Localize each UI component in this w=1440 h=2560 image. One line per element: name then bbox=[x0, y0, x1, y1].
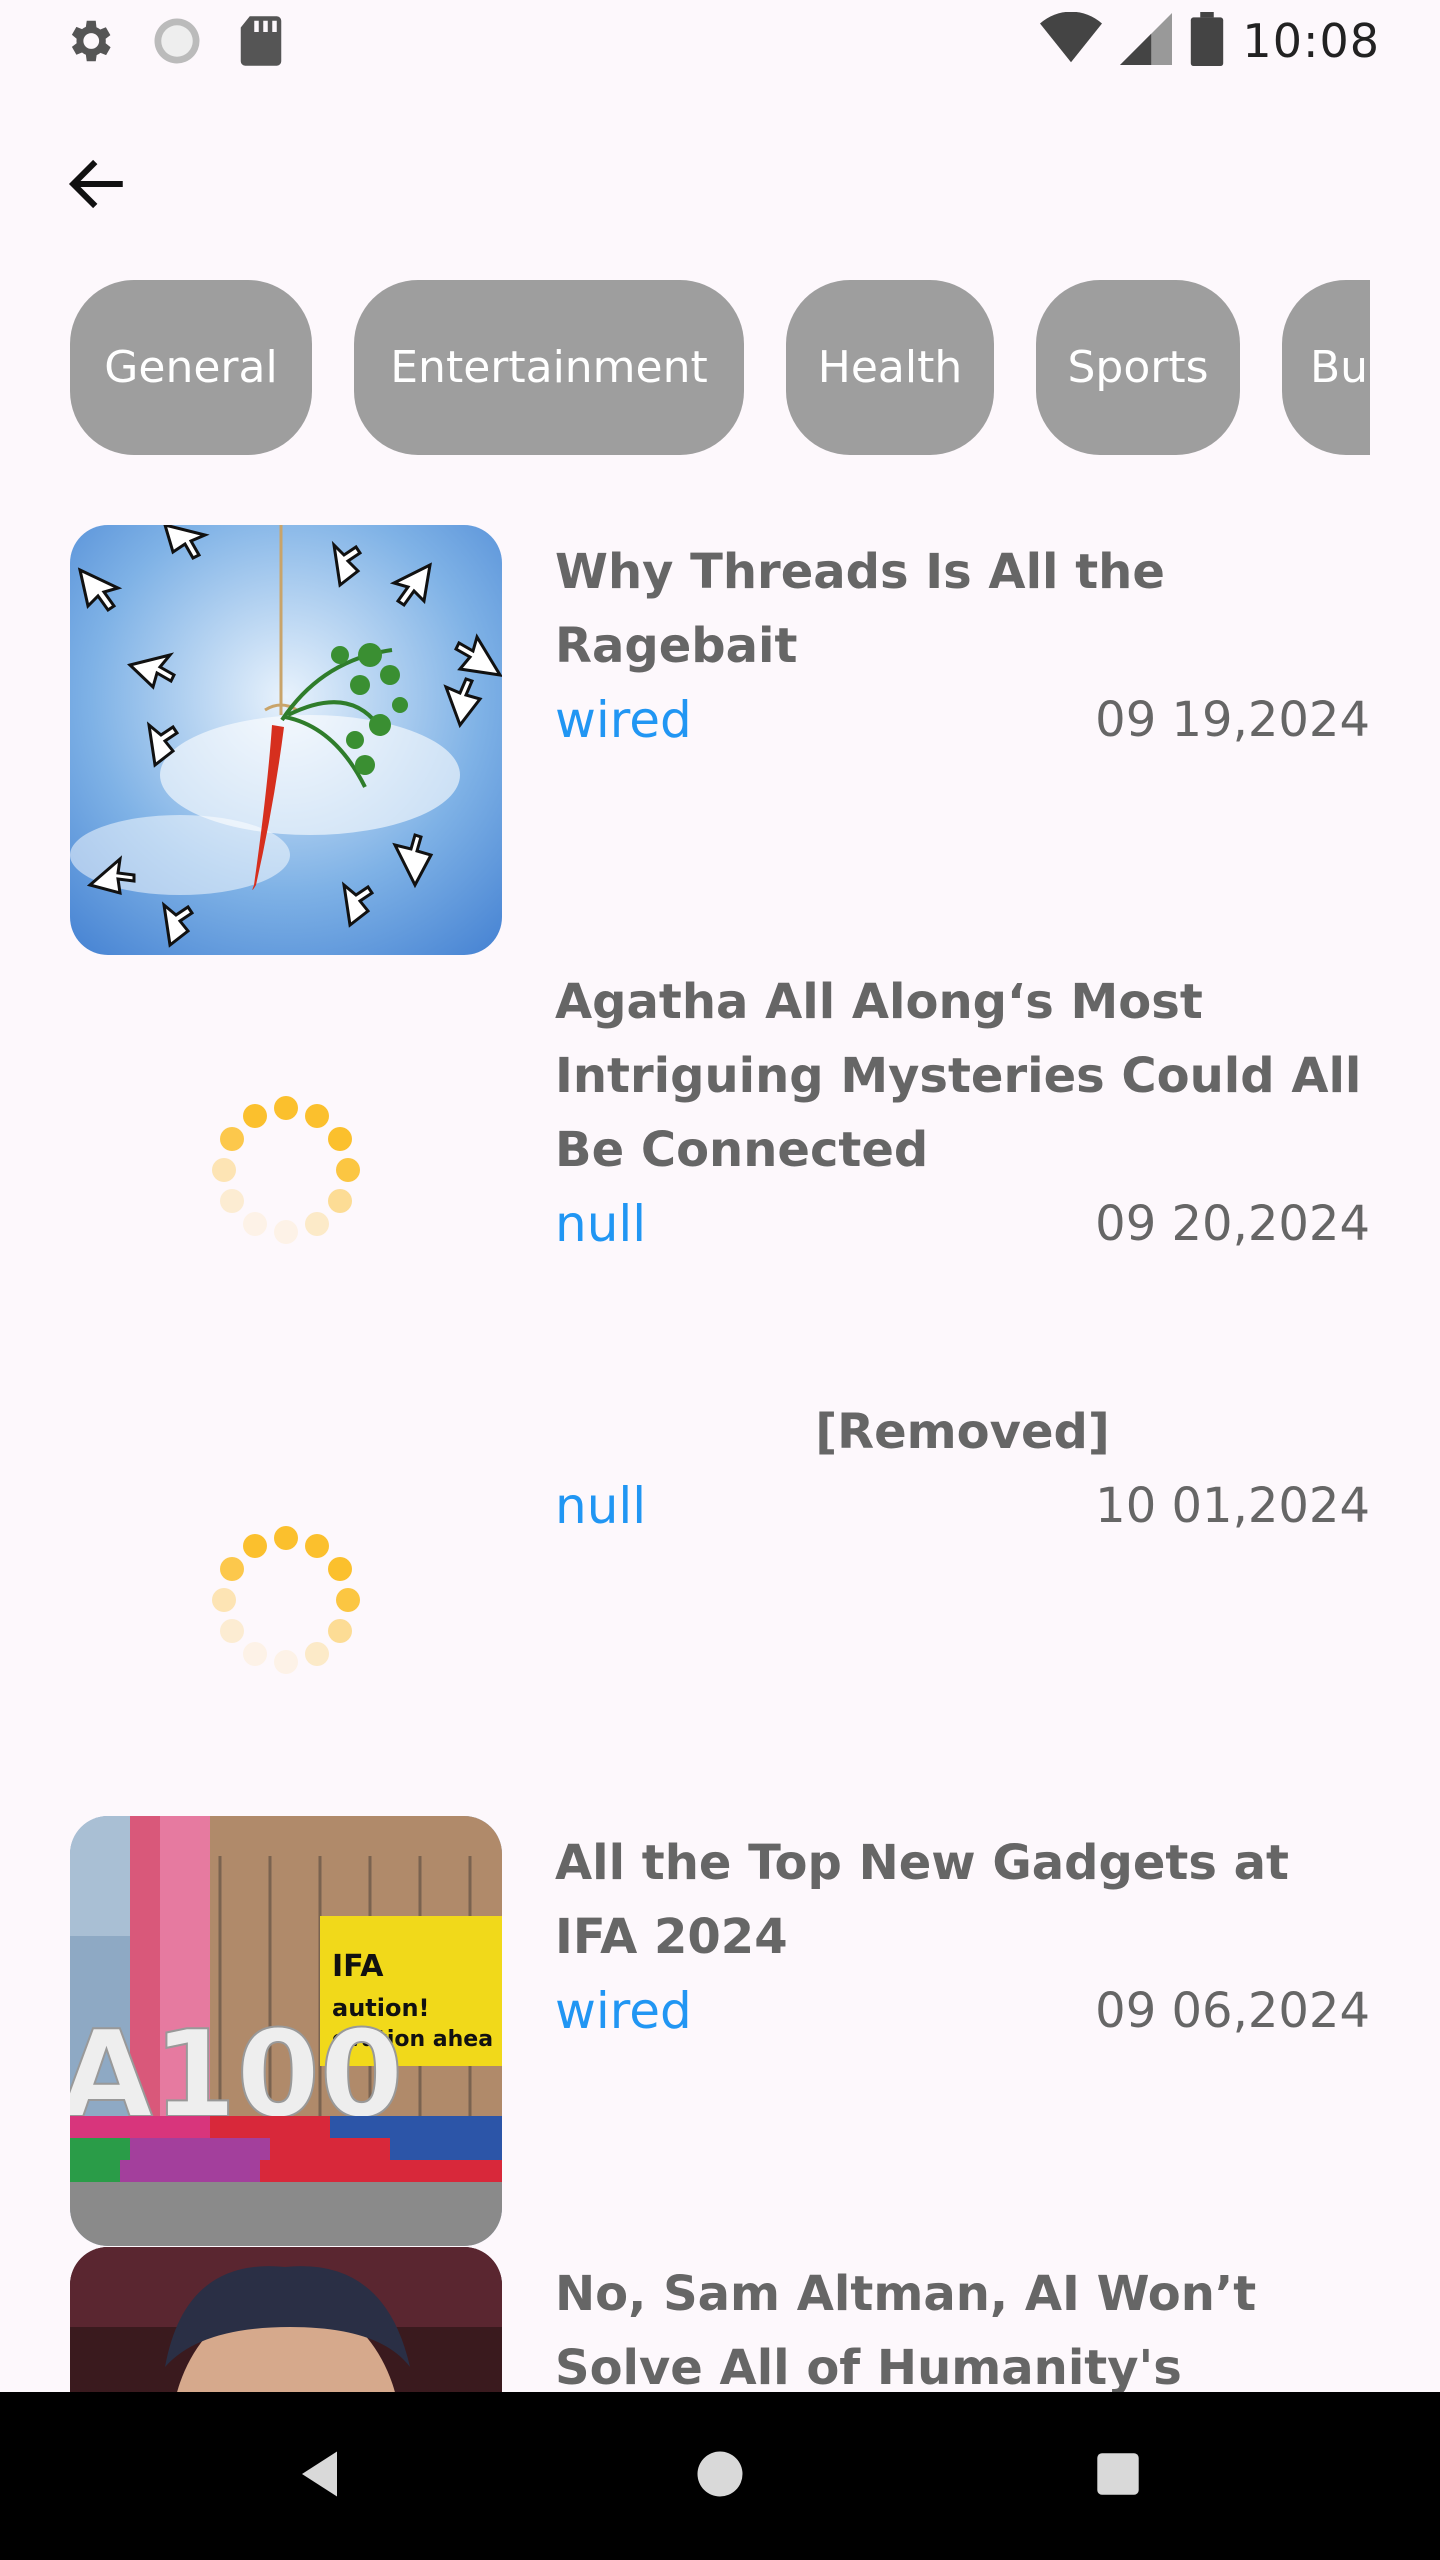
article-thumbnail[interactable] bbox=[70, 2247, 502, 2392]
recents-square-icon bbox=[1095, 2451, 1141, 2501]
article-date: 10 01,2024 bbox=[1095, 1478, 1370, 1534]
article-item[interactable]: [Removed] null 10 01,2024 bbox=[0, 1385, 1440, 1815]
article-date: 09 19,2024 bbox=[1095, 692, 1370, 748]
chip-entertainment[interactable]: Entertainment bbox=[354, 280, 744, 455]
article-thumbnail[interactable]: IFA aution! ovation ahea A100 bbox=[70, 1816, 502, 2246]
battery-icon bbox=[1190, 12, 1224, 70]
article-title: [Removed] bbox=[815, 1404, 1110, 1460]
home-circle-icon bbox=[695, 2449, 745, 2503]
nav-recents-button[interactable] bbox=[1076, 2434, 1160, 2518]
chip-sports[interactable]: Sports bbox=[1036, 280, 1240, 455]
nav-home-button[interactable] bbox=[678, 2434, 762, 2518]
svg-text:IFA: IFA bbox=[332, 1949, 384, 1984]
article-item[interactable]: Why Threads Is All the Ragebait wired 09… bbox=[0, 525, 1440, 955]
category-strip[interactable]: General Entertainment Health Sports Bu bbox=[70, 280, 1370, 455]
article-source: null bbox=[555, 1477, 647, 1535]
gear-icon bbox=[62, 14, 116, 72]
chip-business[interactable]: Bu bbox=[1282, 280, 1370, 455]
sync-icon bbox=[150, 14, 204, 72]
article-item[interactable]: No, Sam Altman, AI Won’t Solve All of Hu… bbox=[0, 2247, 1440, 2392]
article-source: wired bbox=[555, 691, 692, 749]
article-date: 09 06,2024 bbox=[1095, 1983, 1370, 2039]
signal-icon bbox=[1120, 12, 1173, 70]
article-title: All the Top New Gadgets at IFA 2024 bbox=[555, 1835, 1289, 1965]
loading-spinner-icon bbox=[70, 1385, 502, 1815]
chip-general[interactable]: General bbox=[70, 280, 312, 455]
article-date: 09 20,2024 bbox=[1095, 1196, 1370, 1252]
system-nav-bar bbox=[0, 2392, 1440, 2560]
article-source: wired bbox=[555, 1982, 692, 2040]
wifi-icon bbox=[1040, 11, 1103, 70]
back-triangle-icon bbox=[297, 2449, 347, 2503]
sd-card-icon bbox=[238, 14, 284, 72]
status-bar: 10:08 bbox=[0, 0, 1440, 84]
clock: 10:08 bbox=[1242, 14, 1380, 68]
article-title: Agatha All Along‘s Most Intriguing Myste… bbox=[555, 974, 1362, 1178]
article-thumbnail[interactable] bbox=[70, 525, 502, 955]
nav-back-button[interactable] bbox=[280, 2434, 364, 2518]
article-title: Why Threads Is All the Ragebait bbox=[555, 544, 1165, 674]
article-item[interactable]: IFA aution! ovation ahea A100 All the To… bbox=[0, 1816, 1440, 2246]
loading-spinner-icon bbox=[70, 955, 502, 1385]
arrow-back-icon bbox=[65, 151, 131, 221]
article-item[interactable]: Agatha All Along‘s Most Intriguing Myste… bbox=[0, 955, 1440, 1385]
chip-health[interactable]: Health bbox=[786, 280, 994, 455]
back-button[interactable] bbox=[52, 140, 144, 232]
article-title: No, Sam Altman, AI Won’t Solve All of Hu… bbox=[555, 2266, 1257, 2392]
article-source: null bbox=[555, 1195, 647, 1253]
